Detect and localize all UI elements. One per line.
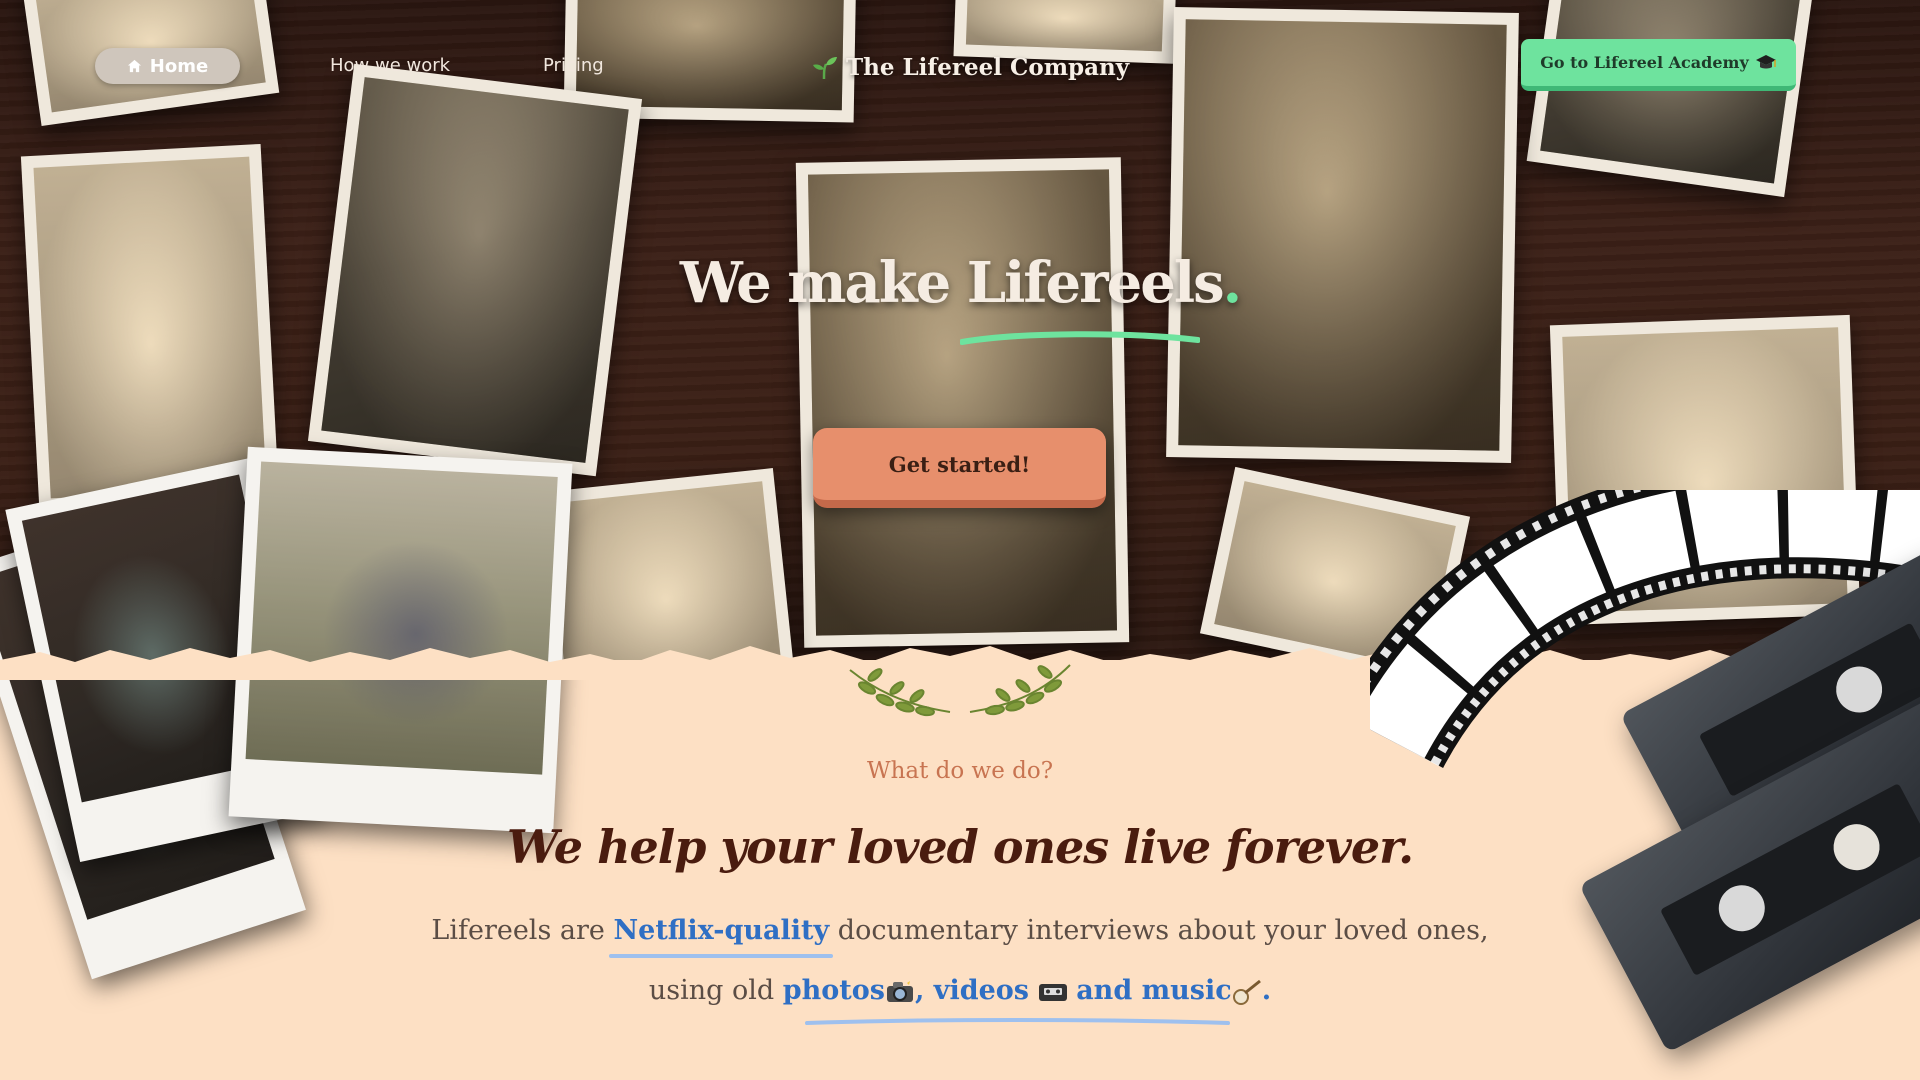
media-links-underline bbox=[805, 1018, 1230, 1025]
desc-line2-prefix: using old bbox=[648, 975, 775, 1006]
sprout-icon bbox=[813, 57, 837, 80]
cassette-icon bbox=[1038, 983, 1067, 1001]
videos-link[interactable]: , videos bbox=[915, 975, 1029, 1006]
photos-link[interactable]: photos bbox=[783, 975, 885, 1006]
nav-how-we-work[interactable]: How we work bbox=[330, 55, 450, 76]
home-icon bbox=[127, 59, 141, 73]
bg-photo-woman-dog bbox=[20, 143, 280, 512]
nav-home-label: Home bbox=[149, 55, 209, 77]
banjo-icon bbox=[1232, 979, 1261, 1005]
hero-headline-text: We make Lifereels bbox=[679, 250, 1225, 316]
bg-photo-top-right bbox=[1526, 0, 1814, 198]
netflix-quality-link[interactable]: Netflix-quality bbox=[613, 915, 829, 946]
bg-photo-couple bbox=[1166, 7, 1519, 463]
bg-photo-child bbox=[795, 157, 1130, 648]
nav-pricing[interactable]: Pricing bbox=[543, 55, 604, 76]
section-tagline: We help your loved ones live forever. bbox=[506, 820, 1414, 874]
graduation-cap-icon bbox=[1755, 54, 1776, 68]
academy-button[interactable]: Go to Lifereel Academy bbox=[1521, 39, 1796, 91]
camera-icon bbox=[886, 980, 913, 1002]
brand-name: The Lifereel Company bbox=[846, 53, 1130, 81]
hero-headline: We make Lifereels. bbox=[0, 250, 1920, 316]
academy-label: Go to Lifereel Academy bbox=[1540, 53, 1749, 72]
headline-underline bbox=[960, 331, 1200, 345]
music-link[interactable]: and music bbox=[1076, 975, 1232, 1006]
desc-suffix: documentary interviews about your loved … bbox=[837, 915, 1489, 946]
nav-home-button[interactable]: Home bbox=[95, 48, 240, 84]
laurel-decoration bbox=[849, 664, 1071, 717]
get-started-button[interactable]: Get started! bbox=[813, 428, 1106, 508]
description-line-1: Lifereels are Netflix-quality documentar… bbox=[0, 915, 1920, 946]
description-line-2: using old photos , videos and music . bbox=[0, 975, 1920, 1006]
brand-logo[interactable]: The Lifereel Company bbox=[812, 50, 1129, 84]
desc-prefix: Lifereels are bbox=[431, 915, 605, 946]
desc-line2-end: . bbox=[1261, 975, 1272, 1006]
hero-headline-dot: . bbox=[1222, 250, 1242, 316]
section-eyebrow: What do we do? bbox=[866, 758, 1054, 784]
